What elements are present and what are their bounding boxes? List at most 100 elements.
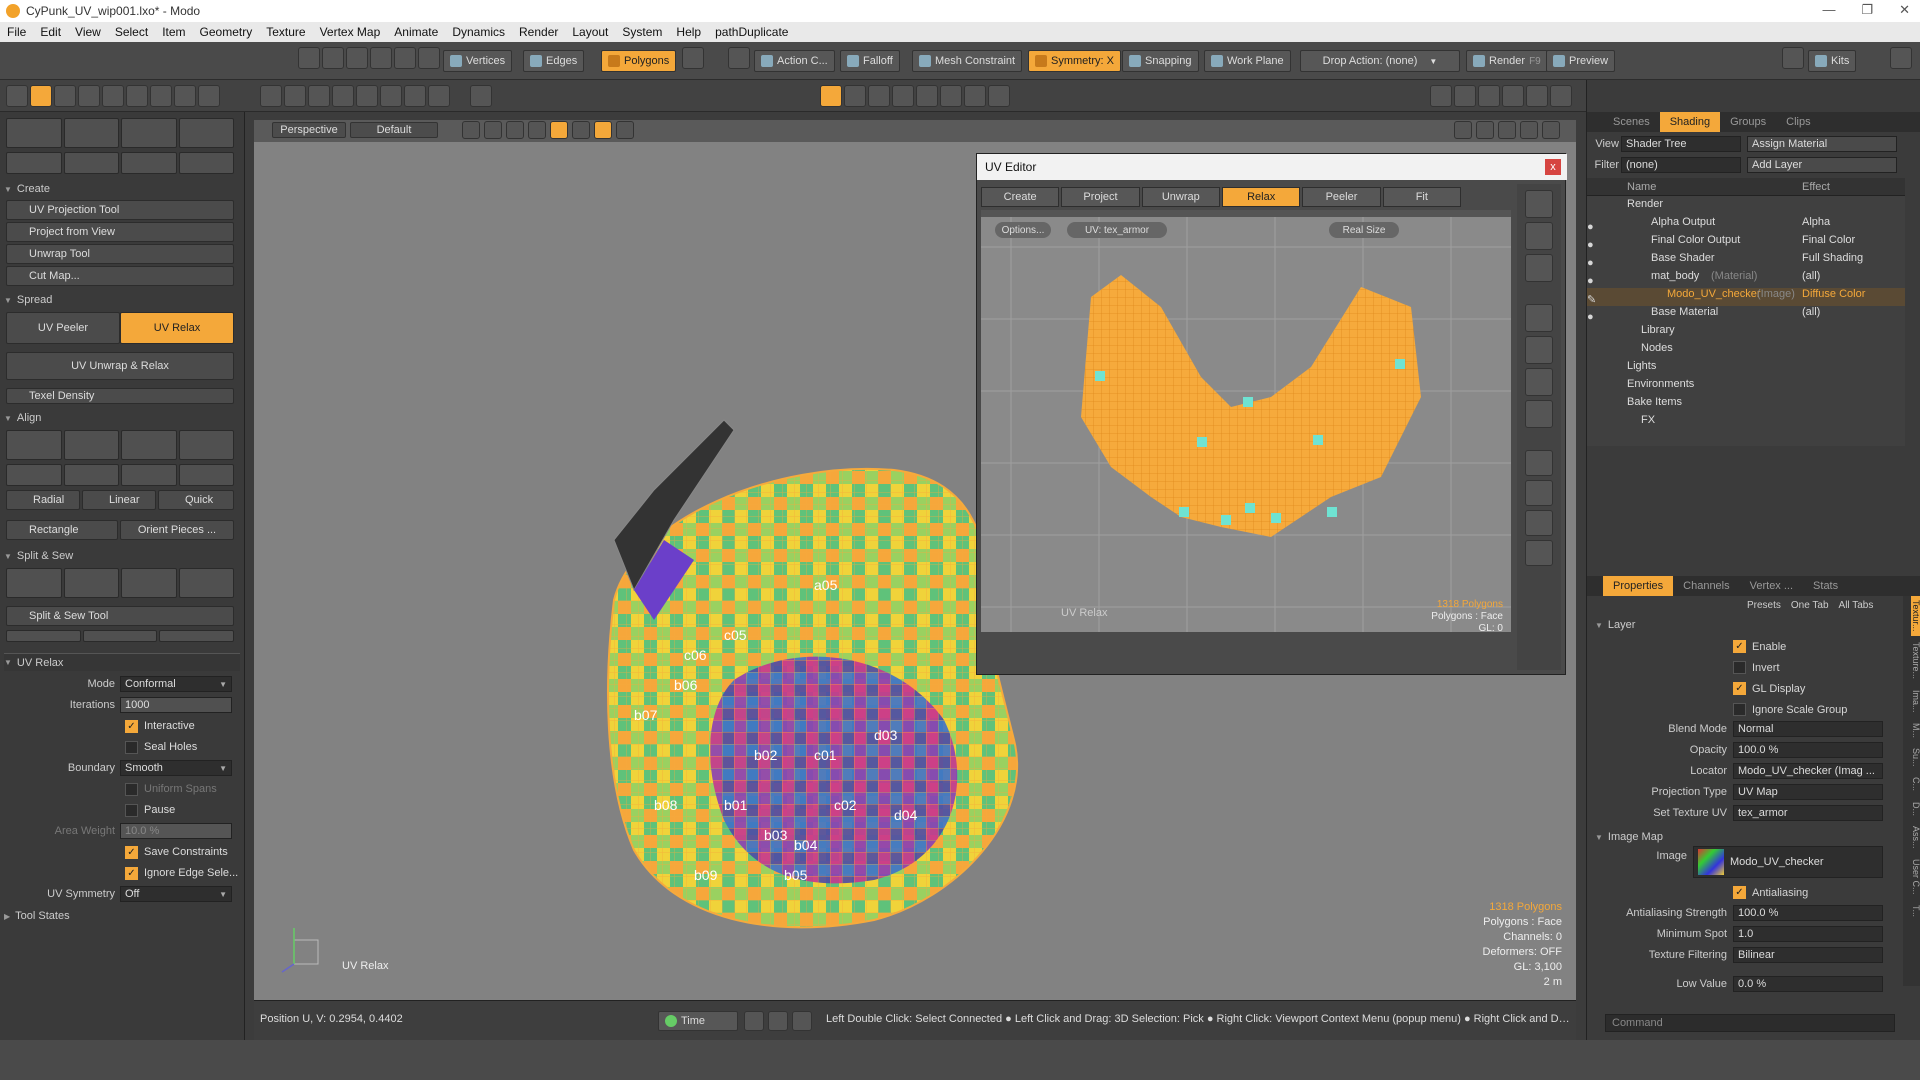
align-down-icon[interactable] xyxy=(63,430,119,460)
sew-extra-icon[interactable] xyxy=(82,630,158,642)
layout-topology-icon[interactable] xyxy=(868,85,890,107)
pivot-icon[interactable] xyxy=(728,47,750,69)
unwrap-tool-button[interactable]: Unwrap Tool xyxy=(6,244,234,264)
uv-fit-icon[interactable] xyxy=(1525,400,1553,428)
pause-checkbox[interactable] xyxy=(125,803,138,817)
uv-editor-close-button[interactable]: x xyxy=(1545,159,1561,175)
minimum-spot-field[interactable]: 1.0 xyxy=(1733,926,1883,942)
add-layout-icon[interactable] xyxy=(988,85,1010,107)
viewport-schematic-icon[interactable] xyxy=(356,85,378,107)
rectangle-button[interactable]: Rectangle xyxy=(6,520,118,540)
uv-project-icon[interactable] xyxy=(6,118,62,148)
pan-icon[interactable] xyxy=(1454,121,1472,139)
enable-checkbox[interactable]: ✓ xyxy=(1733,640,1746,653)
texture-filtering-select[interactable]: Bilinear xyxy=(1733,947,1883,963)
uv-relax-button[interactable]: UV Relax xyxy=(120,312,234,344)
uv-relax-properties-header[interactable]: ▼ UV Relax xyxy=(4,653,240,671)
uv-align-up-icon[interactable] xyxy=(1525,450,1553,476)
symmetry-button[interactable]: Symmetry: X xyxy=(1028,50,1121,72)
menu-help[interactable]: Help xyxy=(669,25,708,39)
preview-button[interactable]: Preview xyxy=(1546,50,1616,72)
lighting-icon[interactable] xyxy=(572,121,590,139)
lasso-icon[interactable] xyxy=(346,47,368,69)
menu-system[interactable]: System xyxy=(615,25,669,39)
filter-select[interactable]: (none) xyxy=(1621,157,1741,173)
layout-paint-icon[interactable] xyxy=(916,85,938,107)
invert-checkbox[interactable] xyxy=(1733,661,1746,674)
uv-unwrap-relax-button[interactable]: UV Unwrap & Relax xyxy=(6,352,234,380)
linear-button[interactable]: Linear xyxy=(82,490,156,510)
gl-display-checkbox[interactable]: ✓ xyxy=(1733,682,1746,695)
brush-icon[interactable] xyxy=(102,85,124,107)
uv-projection-tool-button[interactable]: UV Projection Tool xyxy=(6,200,234,220)
uv-editor-canvas[interactable]: UV Relax 1318 Polygons Polygons : Face G… xyxy=(981,217,1511,634)
uv-pack-tool-icon[interactable] xyxy=(1525,304,1553,332)
tree-item-render[interactable]: Render xyxy=(1587,198,1905,216)
zoom-icon[interactable] xyxy=(1782,47,1804,69)
uv-transform-icon[interactable] xyxy=(178,118,234,148)
one-tab-button[interactable]: One Tab xyxy=(1791,600,1829,611)
group-icon[interactable] xyxy=(1478,85,1500,107)
uv-scale-icon[interactable] xyxy=(1525,254,1553,282)
layout-bottom-icon[interactable] xyxy=(768,1011,788,1031)
side-tab-texture-1[interactable]: Textur... xyxy=(1911,596,1920,636)
perspective-button[interactable]: Perspective xyxy=(272,122,346,138)
tree-item-fx[interactable]: FX xyxy=(1587,414,1905,432)
tab-groups[interactable]: Groups xyxy=(1720,116,1776,128)
menu-dynamics[interactable]: Dynamics xyxy=(445,25,512,39)
component-mode-icon[interactable] xyxy=(682,47,704,69)
uv-tab-peeler[interactable]: Peeler xyxy=(1302,187,1381,207)
uv-unwrap-icon[interactable] xyxy=(63,118,119,148)
zoom-view-icon[interactable] xyxy=(1498,121,1516,139)
uv-align-down-icon[interactable] xyxy=(1525,480,1553,506)
rig-icon[interactable] xyxy=(150,85,172,107)
list-icon[interactable] xyxy=(1430,85,1452,107)
wireframe-icon[interactable] xyxy=(484,121,502,139)
texture-icon[interactable] xyxy=(528,121,546,139)
viewport-image-icon[interactable] xyxy=(404,85,426,107)
uv-editor-titlebar[interactable]: UV Editor xyxy=(977,154,1567,180)
layout-toggle-icon[interactable] xyxy=(1890,47,1912,69)
paint-icon[interactable] xyxy=(78,85,100,107)
save-constraints-checkbox[interactable]: ✓ xyxy=(125,845,138,859)
add-layer-button[interactable]: Add Layer xyxy=(1747,157,1897,173)
tab-channels[interactable]: Channels xyxy=(1673,580,1739,592)
real-size-button[interactable]: Real Size xyxy=(1329,222,1399,238)
dopesheet-icon[interactable] xyxy=(792,1011,812,1031)
antialiasing-checkbox[interactable]: ✓ xyxy=(1733,886,1746,899)
side-tab-t[interactable]: T... xyxy=(1911,901,1920,921)
viewport-cube-icon[interactable] xyxy=(260,85,282,107)
interactive-checkbox[interactable]: ✓ xyxy=(125,719,138,733)
action-center-button[interactable]: Action C... xyxy=(754,50,835,72)
tree-item-library[interactable]: Library xyxy=(1587,324,1905,342)
rotate-view-icon[interactable] xyxy=(1476,121,1494,139)
image-icon[interactable] xyxy=(1502,85,1524,107)
iterations-field[interactable]: 1000 xyxy=(120,697,232,713)
checker-icon[interactable] xyxy=(594,121,612,139)
layout-anim-icon[interactable] xyxy=(964,85,986,107)
split-extra-icon[interactable] xyxy=(6,630,81,642)
tab-stats[interactable]: Stats xyxy=(1803,580,1848,592)
maximize-button[interactable]: ❐ xyxy=(1861,2,1873,18)
layout-uv-icon[interactable] xyxy=(820,85,842,107)
project-from-view-button[interactable]: Project from View xyxy=(6,222,234,242)
snapping-button[interactable]: Snapping xyxy=(1122,50,1199,72)
uv-options-button[interactable]: Options... xyxy=(995,222,1051,238)
time-button[interactable]: Time xyxy=(658,1011,738,1031)
opacity-field[interactable]: 100.0 % xyxy=(1733,742,1883,758)
menu-edit[interactable]: Edit xyxy=(33,25,68,39)
visibility-icon[interactable] xyxy=(616,121,634,139)
cut-map-button[interactable]: Cut Map... xyxy=(6,266,234,286)
side-tab-m[interactable]: M... xyxy=(1911,719,1920,742)
uv-select-icon[interactable] xyxy=(6,152,62,174)
kits-button[interactable]: Kits xyxy=(1808,50,1857,72)
uv-stitch-icon[interactable] xyxy=(121,152,177,174)
stitch-icon[interactable] xyxy=(178,568,234,598)
rotate-ccw-icon[interactable] xyxy=(6,464,62,486)
layout-sculpt-icon[interactable] xyxy=(892,85,914,107)
side-tab-ass[interactable]: Ass... xyxy=(1911,822,1920,853)
side-tab-user[interactable]: User C... xyxy=(1911,855,1920,899)
sculpt-icon[interactable] xyxy=(54,85,76,107)
render-button[interactable]: Render F9 xyxy=(1466,50,1548,72)
scale-icon[interactable] xyxy=(178,464,234,486)
